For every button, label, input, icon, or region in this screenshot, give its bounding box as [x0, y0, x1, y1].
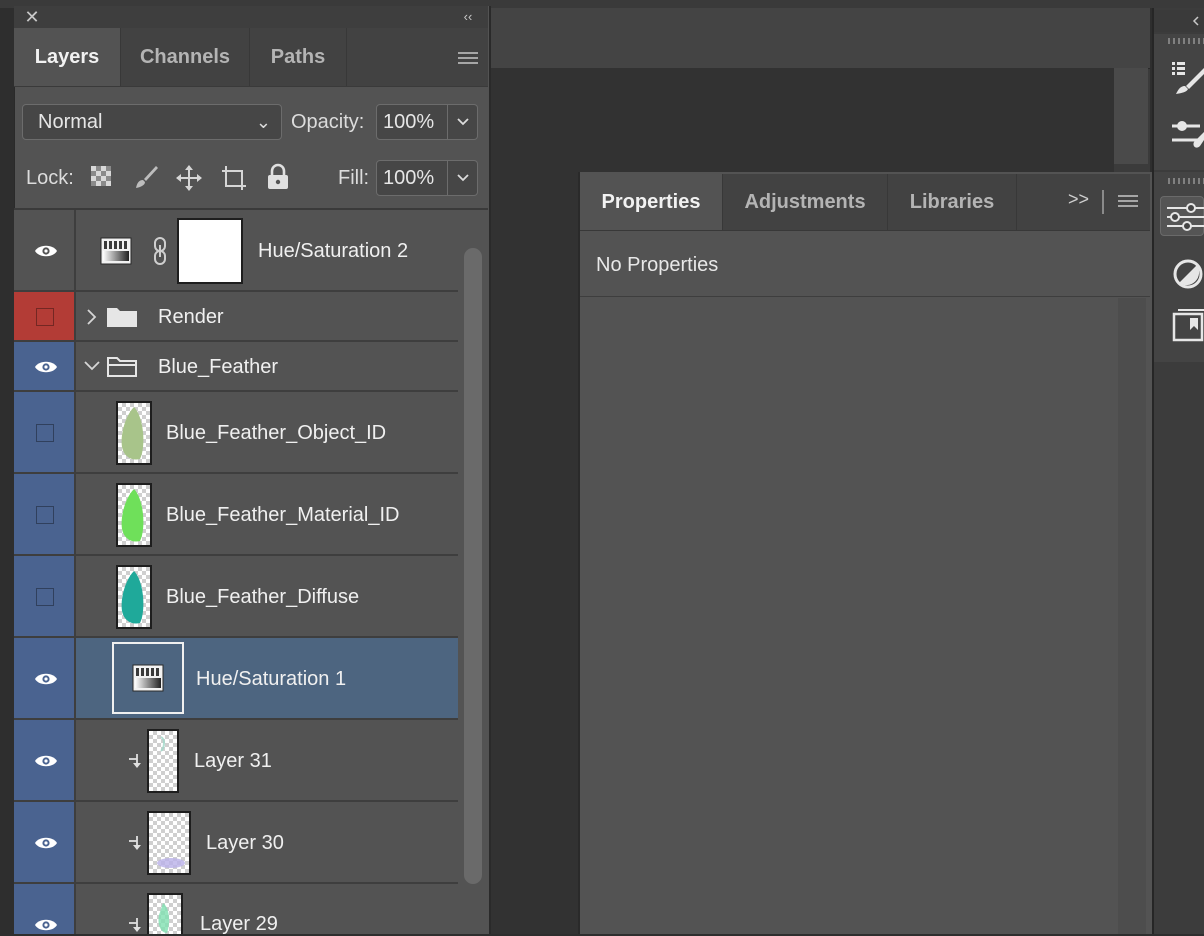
- visibility-toggle[interactable]: [14, 884, 76, 934]
- tab-adjustments[interactable]: Adjustments: [723, 174, 888, 230]
- lock-transparent-pixels-icon[interactable]: [89, 164, 117, 192]
- lock-image-pixels-brush-icon[interactable]: [133, 164, 161, 192]
- layer-name: Hue/Saturation 2: [258, 240, 409, 262]
- visibility-toggle[interactable]: [14, 638, 76, 720]
- fill-label: Fill:: [338, 167, 370, 189]
- dock-header: [1154, 10, 1204, 32]
- visibility-toggle[interactable]: [14, 802, 76, 884]
- grip-handle[interactable]: [1168, 178, 1204, 184]
- hidden-visibility-box: [36, 588, 54, 606]
- eye-icon: [35, 673, 57, 685]
- fill-field[interactable]: 100%: [376, 160, 448, 196]
- clipping-mask-arrow-icon: [127, 752, 141, 770]
- adjustment-hue-saturation-icon: [100, 237, 132, 265]
- layer-thumbnail[interactable]: [147, 729, 179, 793]
- blend-mode-select[interactable]: Normal ⌄: [22, 104, 282, 140]
- close-icon[interactable]: ✕: [20, 7, 44, 27]
- layer-name: Layer 29: [200, 913, 278, 935]
- blend-mode-value: Normal: [38, 111, 103, 133]
- layer-thumbnail[interactable]: [147, 893, 183, 934]
- layer-name: Hue/Saturation 1: [196, 668, 347, 690]
- layer-name: Blue_Feather: [158, 356, 279, 378]
- mask-link-chain-icon[interactable]: [151, 236, 171, 266]
- layer-name: Render: [158, 306, 224, 328]
- eye-icon: [35, 837, 57, 849]
- lock-all-padlock-icon[interactable]: [265, 163, 293, 191]
- tab-properties[interactable]: Properties: [580, 174, 723, 230]
- layer-name: Layer 31: [194, 750, 272, 772]
- hidden-visibility-box: [36, 424, 54, 442]
- opacity-label: Opacity:: [291, 111, 365, 133]
- clipping-mask-arrow-icon: [127, 834, 141, 852]
- layer-name: Blue_Feather_Diffuse: [166, 586, 360, 608]
- grip-handle[interactable]: [1168, 38, 1204, 44]
- layer-thumbnail[interactable]: [116, 483, 152, 547]
- lock-artboard-icon[interactable]: [220, 164, 248, 192]
- adjustment-hue-saturation-icon: [132, 664, 164, 692]
- visibility-toggle[interactable]: [14, 342, 76, 392]
- chevron-down-icon: ⌄: [255, 112, 271, 132]
- no-properties-text: No Properties: [596, 254, 719, 276]
- clipping-mask-arrow-icon: [127, 916, 141, 934]
- tab-layers[interactable]: Layers: [14, 28, 121, 86]
- adjustments-circle-icon[interactable]: [1160, 254, 1204, 294]
- lock-label: Lock:: [26, 167, 74, 189]
- folder-open-icon: [106, 354, 138, 378]
- visibility-toggle[interactable]: [14, 720, 76, 802]
- opacity-dropdown[interactable]: [448, 104, 478, 140]
- layer-thumbnail[interactable]: [116, 565, 152, 629]
- opacity-field[interactable]: 100%: [376, 104, 448, 140]
- brush-presets-icon[interactable]: [1160, 112, 1204, 152]
- adjustment-thumbnail-frame[interactable]: [112, 642, 184, 714]
- fill-dropdown[interactable]: [448, 160, 478, 196]
- layer-thumbnail[interactable]: [116, 401, 152, 465]
- hidden-visibility-box: [36, 308, 54, 326]
- tab-divider: [1102, 190, 1104, 214]
- lock-position-move-icon[interactable]: [175, 164, 203, 192]
- brush-settings-icon[interactable]: [1160, 56, 1204, 96]
- layer-group-row[interactable]: [14, 292, 458, 342]
- folder-icon: [106, 304, 138, 328]
- visibility-toggle[interactable]: [14, 474, 76, 556]
- visibility-toggle[interactable]: [14, 392, 76, 474]
- chevron-down-icon[interactable]: [82, 358, 102, 374]
- visibility-toggle[interactable]: [14, 292, 76, 342]
- properties-scrollbar[interactable]: [1118, 298, 1146, 934]
- layer-mask-thumbnail[interactable]: [177, 218, 243, 284]
- layers-scrollbar[interactable]: [464, 248, 482, 884]
- chevron-right-icon[interactable]: [84, 306, 98, 328]
- eye-icon: [35, 245, 57, 257]
- libraries-icon[interactable]: [1160, 306, 1204, 346]
- eye-icon: [35, 919, 57, 931]
- layer-name: Layer 30: [206, 832, 284, 854]
- layers-panel-header: [14, 6, 488, 28]
- layer-name: Blue_Feather_Material_ID: [166, 504, 400, 526]
- layer-name: Blue_Feather_Object_ID: [166, 422, 387, 444]
- panel-menu-icon[interactable]: [1117, 194, 1139, 210]
- panel-menu-icon[interactable]: [457, 50, 479, 66]
- tab-overflow-button[interactable]: >>: [1068, 189, 1089, 210]
- document-tab-bar: [490, 8, 1150, 69]
- tab-channels[interactable]: Channels: [121, 28, 250, 86]
- visibility-toggle[interactable]: [14, 210, 76, 292]
- eye-icon: [35, 755, 57, 767]
- tab-paths[interactable]: Paths: [250, 28, 347, 86]
- tab-libraries[interactable]: Libraries: [888, 174, 1017, 230]
- visibility-toggle[interactable]: [14, 556, 76, 638]
- eye-icon: [35, 361, 57, 373]
- hidden-visibility-box: [36, 506, 54, 524]
- collapse-double-chevron-icon[interactable]: ‹‹: [456, 7, 480, 27]
- document-scrollbar[interactable]: [1114, 68, 1148, 164]
- properties-sliders-icon[interactable]: [1160, 196, 1204, 236]
- layer-thumbnail[interactable]: [147, 811, 191, 875]
